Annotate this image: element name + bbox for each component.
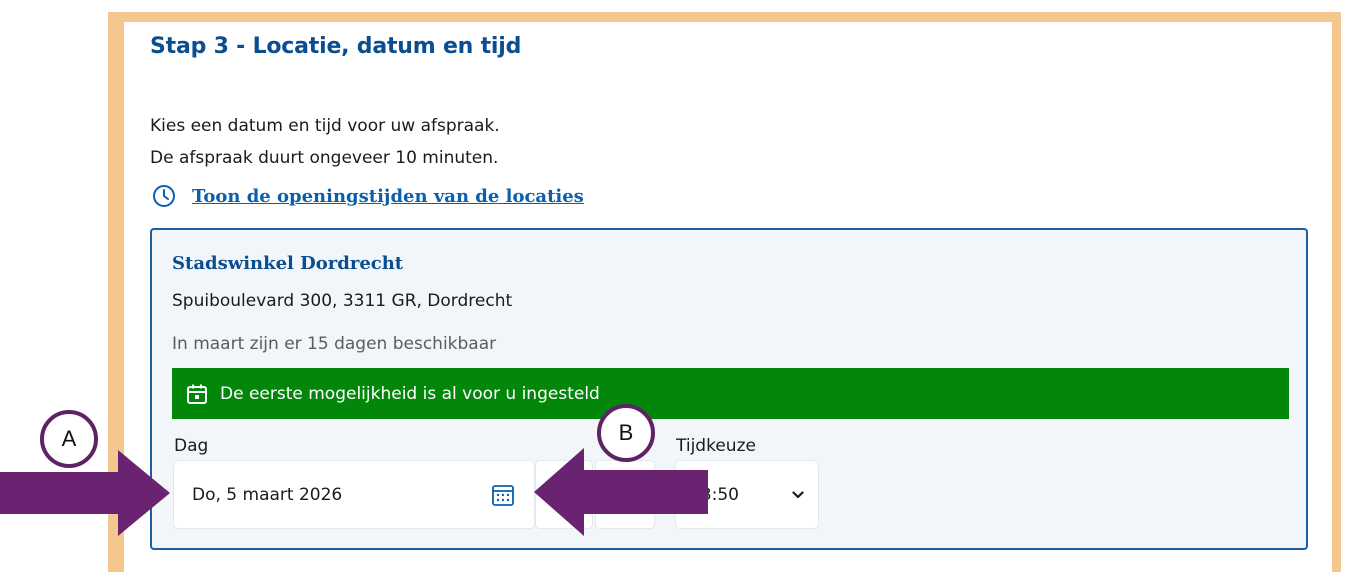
intro-line-1: Kies een datum en tijd voor uw afspraak. [150, 116, 500, 136]
opening-hours-link-label: Toon de openingstijden van de locaties [192, 185, 584, 207]
location-availability: In maart zijn er 15 dagen beschikbaar [172, 334, 497, 354]
clock-icon [153, 185, 175, 207]
day-value: Do, 5 maart 2026 [192, 484, 343, 505]
annotation-marker-b: B [597, 404, 655, 462]
step-title: Stap 3 - Locatie, datum en tijd [150, 34, 522, 59]
location-address: Spuiboulevard 300, 3311 GR, Dordrecht [172, 291, 513, 311]
day-date-input[interactable]: Do, 5 maart 2026 [174, 461, 534, 528]
intro-line-2: De afspraak duurt ongeveer 10 minuten. [150, 148, 499, 168]
location-name: Stadswinkel Dordrecht [172, 253, 404, 274]
day-label: Dag [174, 436, 209, 456]
first-option-notice: De eerste mogelijkheid is al voor u inge… [172, 368, 1289, 419]
annotation-marker-a: A [40, 410, 98, 468]
calendar-icon[interactable] [490, 482, 516, 508]
intro-text: Kies een datum en tijd voor uw afspraak.… [150, 110, 500, 174]
opening-hours-link[interactable]: Toon de openingstijden van de locaties [152, 184, 584, 208]
calendar-check-icon [187, 384, 207, 404]
notice-text: De eerste mogelijkheid is al voor u inge… [220, 383, 600, 404]
chevron-down-icon [792, 491, 804, 499]
